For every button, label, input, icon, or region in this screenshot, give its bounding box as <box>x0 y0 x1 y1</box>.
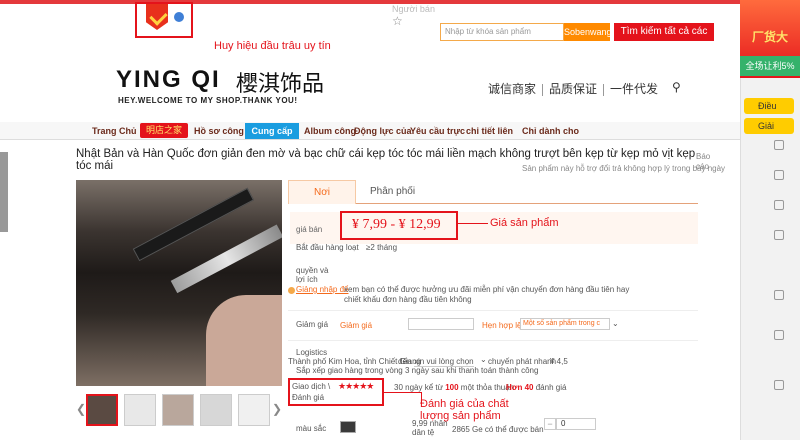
thumbnail[interactable] <box>238 394 270 426</box>
nav-exclusive[interactable]: Chỉ dành cho <box>522 126 579 136</box>
magnifier-icon[interactable]: ⚲ <box>672 80 681 94</box>
top-nav[interactable]: Người bán ☆ <box>392 4 436 28</box>
divider <box>288 340 698 341</box>
history-icon[interactable] <box>774 230 784 240</box>
color-swatch[interactable] <box>340 421 356 433</box>
reviews-stat[interactable]: Hơn 40 đánh giá <box>506 383 566 392</box>
help-icon[interactable] <box>774 330 784 340</box>
nav-home[interactable]: Trang Chủ <box>92 126 137 136</box>
thumbnail[interactable] <box>162 394 194 426</box>
color-label: màu sắc <box>296 424 327 433</box>
guarantee-item: 品质保证 <box>549 82 598 96</box>
return-policy-note: Sản phẩm này hỗ trợ đổi trả không hợp lý… <box>522 164 726 173</box>
transaction-label: Giao dịch \ <box>292 382 331 391</box>
chevron-down-icon[interactable]: ⌄ <box>612 319 619 328</box>
chevron-down-icon[interactable]: ⌄ <box>480 355 487 364</box>
badge-annotation: Huy hiệu đầu trâu uy tín <box>214 40 331 52</box>
promo-subtitle[interactable]: 全场让利5% <box>740 56 800 76</box>
divider <box>288 310 698 311</box>
delivery-note: Sắp xếp giao hàng trong vòng 3 ngày sau … <box>296 366 539 375</box>
feedback-icon[interactable] <box>774 290 784 300</box>
variant-price: 9,99 nhân dân tệ <box>412 419 448 437</box>
nav-album[interactable]: Album công <box>304 126 356 136</box>
ship-to-label: đến <box>398 357 412 366</box>
thumbnail[interactable] <box>86 394 118 426</box>
search-button[interactable]: Sobenwang <box>564 23 612 41</box>
review-label: Đánh giá <box>292 393 325 402</box>
shop-slogan: HEY.WELCOME TO MY SHOP.THANK YOU! <box>118 96 298 105</box>
thumbnail[interactable] <box>200 394 232 426</box>
nav-request[interactable]: Yêu cầu trực <box>410 126 465 136</box>
rights-link[interactable]: Giảng nhập để <box>296 285 349 294</box>
chevron-right-icon[interactable]: ❯ <box>272 402 282 416</box>
message-icon[interactable] <box>774 200 784 210</box>
nav-contact[interactable]: chi tiết liên <box>466 126 513 136</box>
star-rating: ★★★★★ <box>338 381 374 391</box>
tab-retail[interactable]: Nơi <box>288 180 356 204</box>
sidebar-item-giai[interactable]: Giải <box>744 118 794 134</box>
rights-label: quyền và lợi ích <box>296 266 329 284</box>
price-annotation: Giá sản phẩm <box>490 217 559 229</box>
verified-icon[interactable] <box>174 12 184 22</box>
sidebar-item-dieu[interactable]: Điều <box>744 98 794 114</box>
price-label: giá bán <box>296 225 323 234</box>
annotation-arrow <box>458 223 488 224</box>
quantity-decrement[interactable]: − <box>544 418 556 430</box>
shop-name-cn: 櫻淇饰品 <box>236 72 325 97</box>
guarantee-list: 诚信商家 品质保证 一件代发 <box>488 80 658 97</box>
product-main-image[interactable] <box>76 180 282 386</box>
variant-stock: 2865 Ge có thể được bán <box>452 425 544 434</box>
search-input[interactable]: Nhập từ khóa sản phẩm <box>440 23 564 41</box>
shipping-price: ¥ 4,5 <box>550 357 568 366</box>
top-icon[interactable] <box>774 380 784 390</box>
deals-stat: 30 ngày kể từ 100 một thỏa thuận <box>394 383 515 392</box>
cart-icon[interactable] <box>774 140 784 150</box>
left-sidebar-tab[interactable] <box>0 152 8 232</box>
report-link[interactable]: Báo cáo <box>696 152 710 172</box>
discount-label: Giảm giá <box>296 320 329 329</box>
nav-supply-products[interactable]: Cung cấp sản <box>245 123 299 152</box>
guarantee-item: 一件代发 <box>610 82 659 96</box>
discount-select[interactable] <box>408 318 474 330</box>
quantity-input[interactable]: 0 <box>556 418 596 430</box>
info-icon <box>288 287 295 294</box>
nav-dynamics[interactable]: Động lực của <box>354 126 412 136</box>
discount-link[interactable]: Giảm giá <box>340 321 372 330</box>
shop-name: YING QI <box>116 66 221 93</box>
tab-distribution[interactable]: Phân phối <box>370 180 430 204</box>
price-value: ¥ 7,99 - ¥ 12,99 <box>352 217 441 232</box>
batch-value: ≥2 tháng <box>366 243 398 252</box>
search-all-button[interactable]: Tìm kiếm tất cả các đài <box>614 23 714 55</box>
favorite-icon[interactable] <box>774 170 784 180</box>
batch-label: Bắt đầu hàng loạt <box>296 243 359 252</box>
logistics-label: Logistics <box>296 348 328 357</box>
annotation-arrow <box>384 392 422 404</box>
nav-brand-home[interactable]: 明店之家 <box>140 123 188 138</box>
discount-option[interactable]: Hẹn hợp lệ <box>482 321 522 330</box>
discount-option-select[interactable]: Một số sản phẩm trong c <box>520 318 610 330</box>
guarantee-item: 诚信商家 <box>488 82 537 96</box>
rights-text: xem bạn có thể được hưởng ưu đãi miễn ph… <box>344 285 630 304</box>
chevron-left-icon[interactable]: ❮ <box>76 402 86 416</box>
thumbnail[interactable] <box>124 394 156 426</box>
shipping-method: chuyến phát nhanh <box>488 357 557 366</box>
